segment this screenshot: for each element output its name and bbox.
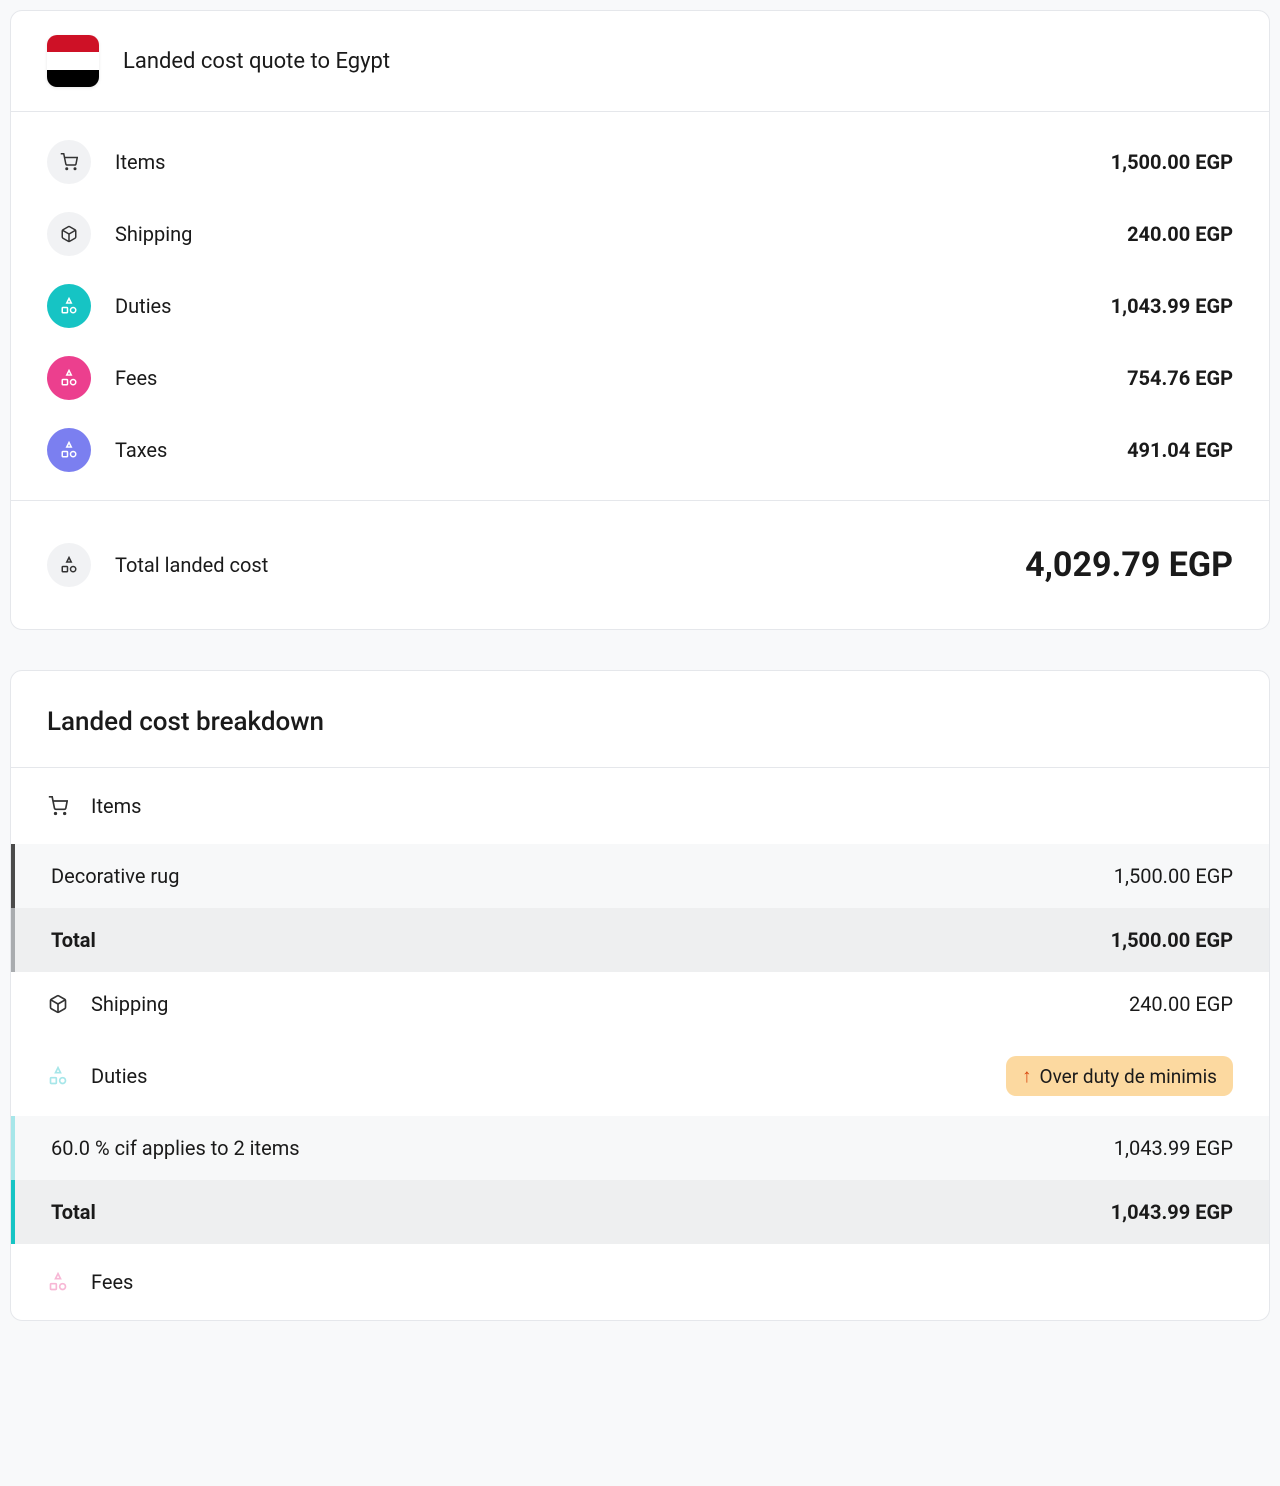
- shapes-icon: [47, 356, 91, 400]
- summary-value: 240.00 EGP: [1127, 222, 1233, 246]
- summary-value: 754.76 EGP: [1127, 366, 1233, 390]
- total-label: Total: [51, 1200, 96, 1224]
- summary-label: Taxes: [115, 438, 167, 462]
- total-section: Total landed cost 4,029.79 EGP: [11, 500, 1269, 629]
- shapes-icon: [47, 284, 91, 328]
- summary-value: 1,500.00 EGP: [1111, 150, 1233, 174]
- summary-label: Shipping: [115, 222, 192, 246]
- total-label: Total: [51, 928, 96, 952]
- total-label: Total landed cost: [115, 553, 268, 577]
- breakdown-card: Landed cost breakdown Items Decorative r…: [10, 670, 1270, 1321]
- section-label: Fees: [91, 1270, 133, 1294]
- shapes-icon: [47, 543, 91, 587]
- quote-title: Landed cost quote to Egypt: [123, 49, 390, 74]
- breakdown-title: Landed cost breakdown: [47, 707, 1233, 737]
- summary-section: Items 1,500.00 EGP Shipping 240.00 EGP D…: [11, 111, 1269, 500]
- quote-summary-card: Landed cost quote to Egypt Items 1,500.0…: [10, 10, 1270, 630]
- cart-icon: [47, 795, 69, 817]
- duty-name: 60.0 % cif applies to 2 items: [51, 1136, 300, 1160]
- duty-value: 1,043.99 EGP: [1114, 1136, 1233, 1160]
- summary-shipping: Shipping 240.00 EGP: [47, 198, 1233, 270]
- section-label: Shipping: [91, 992, 168, 1016]
- section-label: Duties: [91, 1064, 147, 1088]
- quote-header: Landed cost quote to Egypt: [11, 11, 1269, 111]
- section-label: Items: [91, 794, 141, 818]
- section-duties: Duties ↑ Over duty de minimis: [11, 1036, 1269, 1116]
- section-shipping: Shipping 240.00 EGP: [11, 972, 1269, 1036]
- summary-value: 1,043.99 EGP: [1111, 294, 1233, 318]
- summary-label: Duties: [115, 294, 171, 318]
- de-minimis-badge: ↑ Over duty de minimis: [1006, 1056, 1233, 1096]
- item-row: Decorative rug 1,500.00 EGP: [11, 844, 1269, 908]
- box-icon: [47, 212, 91, 256]
- shapes-icon: [47, 1065, 69, 1087]
- egypt-flag-icon: [47, 35, 99, 87]
- summary-fees: Fees 754.76 EGP: [47, 342, 1233, 414]
- summary-taxes: Taxes 491.04 EGP: [47, 414, 1233, 486]
- duty-row: 60.0 % cif applies to 2 items 1,043.99 E…: [11, 1116, 1269, 1180]
- badge-text: Over duty de minimis: [1040, 1065, 1217, 1088]
- total-value: 1,500.00 EGP: [1111, 928, 1233, 952]
- cart-icon: [47, 140, 91, 184]
- summary-duties: Duties 1,043.99 EGP: [47, 270, 1233, 342]
- section-fees: Fees: [11, 1244, 1269, 1320]
- shapes-icon: [47, 428, 91, 472]
- summary-label: Items: [115, 150, 165, 174]
- box-icon: [47, 993, 69, 1015]
- shapes-icon: [47, 1271, 69, 1293]
- item-value: 1,500.00 EGP: [1114, 864, 1233, 888]
- section-items: Items: [11, 768, 1269, 844]
- summary-label: Fees: [115, 366, 157, 390]
- item-name: Decorative rug: [51, 864, 179, 888]
- items-total-row: Total 1,500.00 EGP: [11, 908, 1269, 972]
- breakdown-header: Landed cost breakdown: [11, 671, 1269, 767]
- total-value: 4,029.79 EGP: [1025, 545, 1233, 585]
- duties-total-row: Total 1,043.99 EGP: [11, 1180, 1269, 1244]
- shipping-value: 240.00 EGP: [1129, 992, 1233, 1016]
- summary-value: 491.04 EGP: [1127, 438, 1233, 462]
- total-value: 1,043.99 EGP: [1111, 1200, 1233, 1224]
- breakdown-body: Items Decorative rug 1,500.00 EGP Total …: [11, 767, 1269, 1320]
- arrow-up-icon: ↑: [1022, 1064, 1032, 1088]
- summary-items: Items 1,500.00 EGP: [47, 126, 1233, 198]
